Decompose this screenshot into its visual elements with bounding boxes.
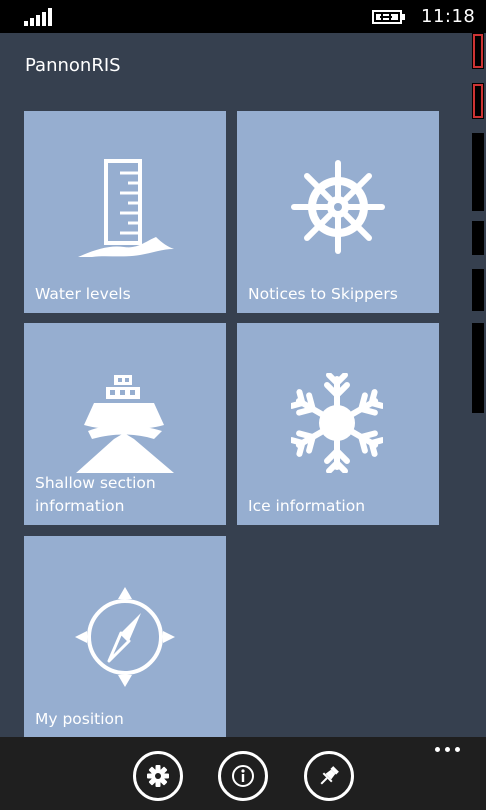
tile-notices-to-skippers[interactable]: Notices to Skippers — [237, 111, 439, 313]
status-bar: 11:18 — [0, 0, 486, 33]
tile-label: Ice information — [248, 497, 366, 515]
tile-ice-information[interactable]: Ice information — [237, 323, 439, 525]
info-button[interactable] — [218, 751, 268, 801]
app-bar — [0, 737, 486, 810]
settings-button[interactable] — [133, 751, 183, 801]
compass-icon — [75, 587, 175, 687]
edge-artifact — [472, 33, 484, 413]
app-title: PannonRIS — [25, 55, 121, 76]
ship-wheel-icon — [291, 160, 385, 254]
tile-shallow-section-information[interactable]: Shallow section information — [24, 323, 226, 525]
ellipsis-icon[interactable] — [435, 747, 465, 755]
signal-bars-icon — [24, 8, 56, 26]
status-time: 11:18 — [421, 6, 476, 27]
water-gauge-icon — [78, 159, 174, 257]
ship-icon — [76, 375, 174, 473]
tile-label: Notices to Skippers — [248, 285, 398, 303]
pin-icon — [320, 766, 339, 785]
pin-button[interactable] — [304, 751, 354, 801]
info-icon — [232, 765, 254, 787]
tile-label: Shallow section information — [35, 474, 156, 515]
snowflake-icon — [291, 373, 383, 473]
tile-label: My position — [35, 710, 124, 728]
tile-water-levels[interactable]: Water levels — [24, 111, 226, 313]
battery-charging-icon — [372, 10, 405, 24]
tile-my-position[interactable]: My position — [24, 536, 226, 738]
settings-gear-icon — [147, 765, 169, 787]
tile-label: Water levels — [35, 285, 131, 303]
